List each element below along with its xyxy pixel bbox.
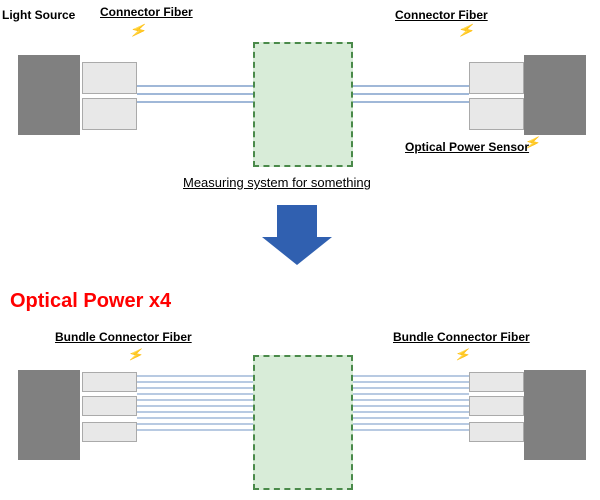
fiber-lines-right-top [353,70,469,140]
left-connector-bottom [82,98,137,130]
fiber-lines-right-bottom [353,368,469,448]
down-arrow [262,205,332,265]
left-connector-bundle-top [82,372,137,392]
center-box-bottom [253,355,353,490]
right-connector-top [469,62,524,94]
left-connector-top [82,62,137,94]
light-source-box-bottom [18,370,80,460]
right-connector-bundle-top [469,372,524,392]
lightning-bundle-right-icon: ⚡ [453,345,473,365]
bundle-connector-fiber-right-label: Bundle Connector Fiber [393,330,530,344]
light-source-box [18,55,80,135]
sensor-box-bottom [524,370,586,460]
lightning-left-icon: ⚡ [128,20,149,41]
optical-power-sensor-label: Optical Power Sensor [405,140,529,154]
right-connector-bottom [469,98,524,130]
fiber-lines-left-top [137,70,253,140]
measuring-system-label: Measuring system for something [183,175,371,190]
diagram-container: Light Source Connector Fiber ⚡ Connector… [0,0,600,500]
left-connector-bundle-mid [82,396,137,416]
center-box-top [253,42,353,167]
optical-power-label: Optical Power x4 [10,290,171,313]
connector-fiber-right-label: Connector Fiber [395,8,488,22]
fiber-lines-left-bottom [137,368,253,448]
sensor-box [524,55,586,135]
connector-fiber-left-label: Connector Fiber [100,5,193,19]
lightning-bundle-left-icon: ⚡ [126,345,146,365]
light-source-label: Light Source [2,8,75,22]
right-connector-bundle-mid [469,396,524,416]
left-connector-bundle-bot [82,422,137,442]
bundle-connector-fiber-left-label: Bundle Connector Fiber [55,330,192,344]
lightning-right-icon: ⚡ [456,20,477,41]
right-connector-bundle-bot [469,422,524,442]
